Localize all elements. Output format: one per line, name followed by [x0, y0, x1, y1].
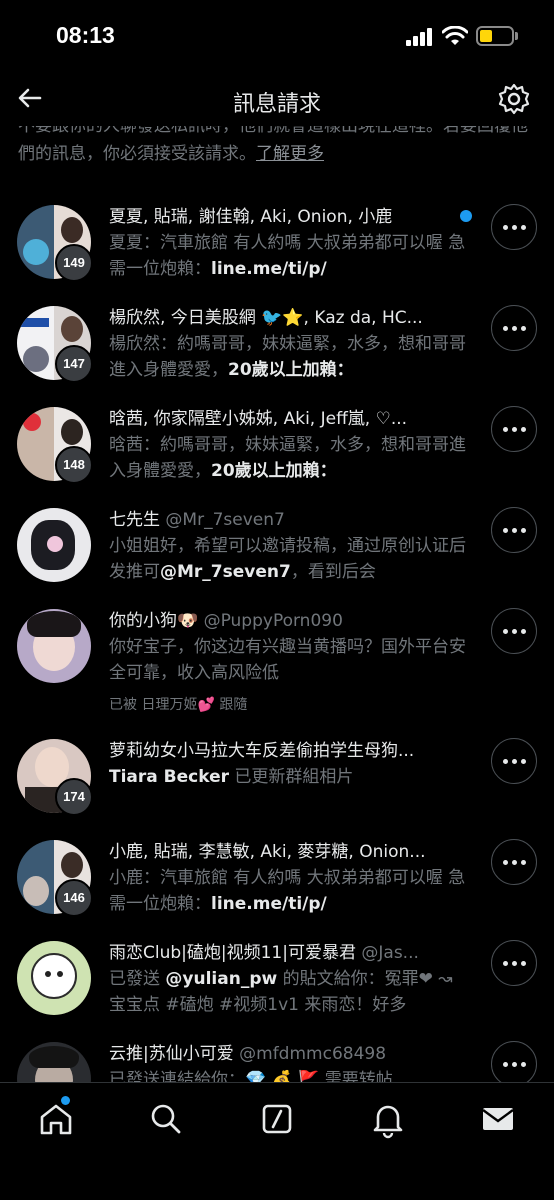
- more-options-button[interactable]: [491, 406, 537, 452]
- request-title: 云推|苏仙小可爱 @mfdmmc68498: [109, 1044, 387, 1064]
- grok-tab[interactable]: [257, 1099, 297, 1139]
- more-dots-icon: [492, 739, 536, 783]
- more-dots-icon: [492, 205, 536, 249]
- home-notification-dot: [61, 1096, 70, 1105]
- more-dots-icon: [492, 306, 536, 350]
- user-avatar: [17, 941, 91, 1015]
- gear-icon[interactable]: [497, 82, 531, 116]
- request-message-preview: 小姐姐好，希望可以邀请投稿，通过原创认证后发推可@Mr_7seven7，看到后会: [109, 536, 466, 582]
- unread-indicator: [460, 210, 472, 222]
- page-title: 訊息請求: [232, 92, 321, 117]
- request-title: 你的小狗🐶 @PuppyPorn090: [109, 611, 343, 631]
- user-avatar: [17, 508, 91, 582]
- user-handle: @Jas...: [361, 943, 419, 963]
- request-message-preview: 已發送 @yulian_pw 的貼文給你：冤罪❤ ↝ 宝宝点 #磕炮 #视频1v…: [109, 969, 453, 1015]
- member-count-badge: 174: [55, 778, 93, 816]
- more-dots-icon: [492, 609, 536, 653]
- search-icon: [151, 1104, 181, 1134]
- more-options-button[interactable]: [491, 1041, 537, 1087]
- request-message-preview: 晗茜：約嗎哥哥，妹妹逼緊，水多，想和哥哥進入身體愛愛，20歲以上加賴：: [109, 435, 466, 481]
- more-dots-icon: [492, 508, 536, 552]
- request-message-preview: 夏夏：汽車旅館 有人約嗎 大叔弟弟都可以喔 急需一位炮賴：line.me/ti/…: [109, 233, 466, 279]
- request-row[interactable]: 你的小狗🐶 @PuppyPorn090 你好宝子，你这边有兴趣当黄播吗？国外平台…: [0, 604, 554, 734]
- request-message-preview: 小鹿：汽車旅館 有人約嗎 大叔弟弟都可以喔 急需一位炮賴：line.me/ti/…: [109, 868, 466, 914]
- request-row[interactable]: 174 萝莉幼女小马拉大车反差偷拍学生母狗... Tiara Becker 已更…: [0, 734, 554, 835]
- request-title: 七先生 @Mr_7seven7: [109, 510, 285, 530]
- cellular-signal-icon: [406, 28, 432, 46]
- request-row[interactable]: 146 小鹿, 貼瑞, 李慧敏, Aki, 麥芽糖, Onion... 小鹿：汽…: [0, 835, 554, 936]
- more-options-button[interactable]: [491, 507, 537, 553]
- more-options-button[interactable]: [491, 204, 537, 250]
- more-dots-icon: [492, 840, 536, 884]
- search-tab[interactable]: [146, 1099, 186, 1139]
- more-options-button[interactable]: [491, 839, 537, 885]
- home-tab[interactable]: [36, 1096, 76, 1139]
- request-row[interactable]: 147 楊欣然, 今日美股網 🐦⭐, Kaz da, HC... 楊欣然：約嗎哥…: [0, 301, 554, 402]
- request-row[interactable]: 七先生 @Mr_7seven7 小姐姐好，希望可以邀请投稿，通过原创认证后发推可…: [0, 503, 554, 604]
- request-row[interactable]: 149 夏夏, 貼瑞, 謝佳翰, Aki, Onion, 小鹿 夏夏：汽車旅館 …: [0, 200, 554, 301]
- more-dots-icon: [492, 407, 536, 451]
- wifi-icon: [442, 26, 468, 45]
- member-count-badge: 146: [55, 879, 93, 917]
- followed-by-text: 已被 日理万姬💕 跟隨: [109, 697, 248, 713]
- request-title: 晗茜, 你家隔壁小姊姊, Aki, Jeff嵐, ♡...: [109, 409, 408, 429]
- grok-icon: [262, 1104, 292, 1134]
- request-title: 小鹿, 貼瑞, 李慧敏, Aki, 麥芽糖, Onion...: [109, 842, 426, 862]
- bell-icon: [373, 1105, 403, 1139]
- request-row[interactable]: 148 晗茜, 你家隔壁小姊姊, Aki, Jeff嵐, ♡... 晗茜：約嗎哥…: [0, 402, 554, 503]
- more-dots-icon: [492, 1042, 536, 1086]
- more-options-button[interactable]: [491, 608, 537, 654]
- member-count-badge: 149: [55, 244, 93, 282]
- nav-header: 訊息請求: [0, 70, 554, 126]
- home-icon: [40, 1104, 72, 1135]
- request-row[interactable]: 雨恋Club|磕炮|视频11|可爱暴君 @Jas... 已發送 @yulian_…: [0, 936, 554, 1037]
- more-options-button[interactable]: [491, 940, 537, 986]
- request-message-preview: 你好宝子，你这边有兴趣当黄播吗？国外平台安全可靠，收入高风险低: [109, 637, 466, 683]
- learn-more-link[interactable]: 了解更多: [256, 144, 324, 164]
- bottom-tab-bar: [0, 1082, 554, 1200]
- request-title: 萝莉幼女小马拉大车反差偷拍学生母狗...: [109, 741, 415, 761]
- battery-icon: [476, 26, 514, 46]
- notifications-tab[interactable]: [368, 1099, 408, 1139]
- request-list: 149 夏夏, 貼瑞, 謝佳翰, Aki, Onion, 小鹿 夏夏：汽車旅館 …: [0, 200, 554, 1138]
- member-count-badge: 147: [55, 345, 93, 383]
- messages-tab[interactable]: [478, 1099, 518, 1139]
- request-message-preview: Tiara Becker 已更新群組相片: [109, 767, 354, 787]
- member-count-badge: 148: [55, 446, 93, 484]
- request-title: 夏夏, 貼瑞, 謝佳翰, Aki, Onion, 小鹿: [109, 207, 393, 227]
- status-time: 08:13: [56, 22, 115, 48]
- mail-icon: [482, 1108, 514, 1130]
- user-handle: @PuppyPorn090: [203, 611, 343, 631]
- more-options-button[interactable]: [491, 305, 537, 351]
- status-bar: 08:13: [0, 0, 554, 70]
- user-handle: @Mr_7seven7: [165, 510, 285, 530]
- message-request-notice: 不要跟你的人聊發送私訊時，他們就會這樣出現在這裡。若要回覆他們的訊息，你必須接受…: [0, 126, 554, 172]
- request-title: 雨恋Club|磕炮|视频11|可爱暴君 @Jas...: [109, 943, 419, 963]
- more-dots-icon: [492, 941, 536, 985]
- user-handle: @mfdmmc68498: [239, 1044, 387, 1064]
- more-options-button[interactable]: [491, 738, 537, 784]
- user-avatar: [17, 609, 91, 683]
- request-title: 楊欣然, 今日美股網 🐦⭐, Kaz da, HC...: [109, 308, 423, 328]
- request-message-preview: 楊欣然：約嗎哥哥，妹妹逼緊，水多，想和哥哥進入身體愛愛，20歲以上加賴：: [109, 334, 466, 380]
